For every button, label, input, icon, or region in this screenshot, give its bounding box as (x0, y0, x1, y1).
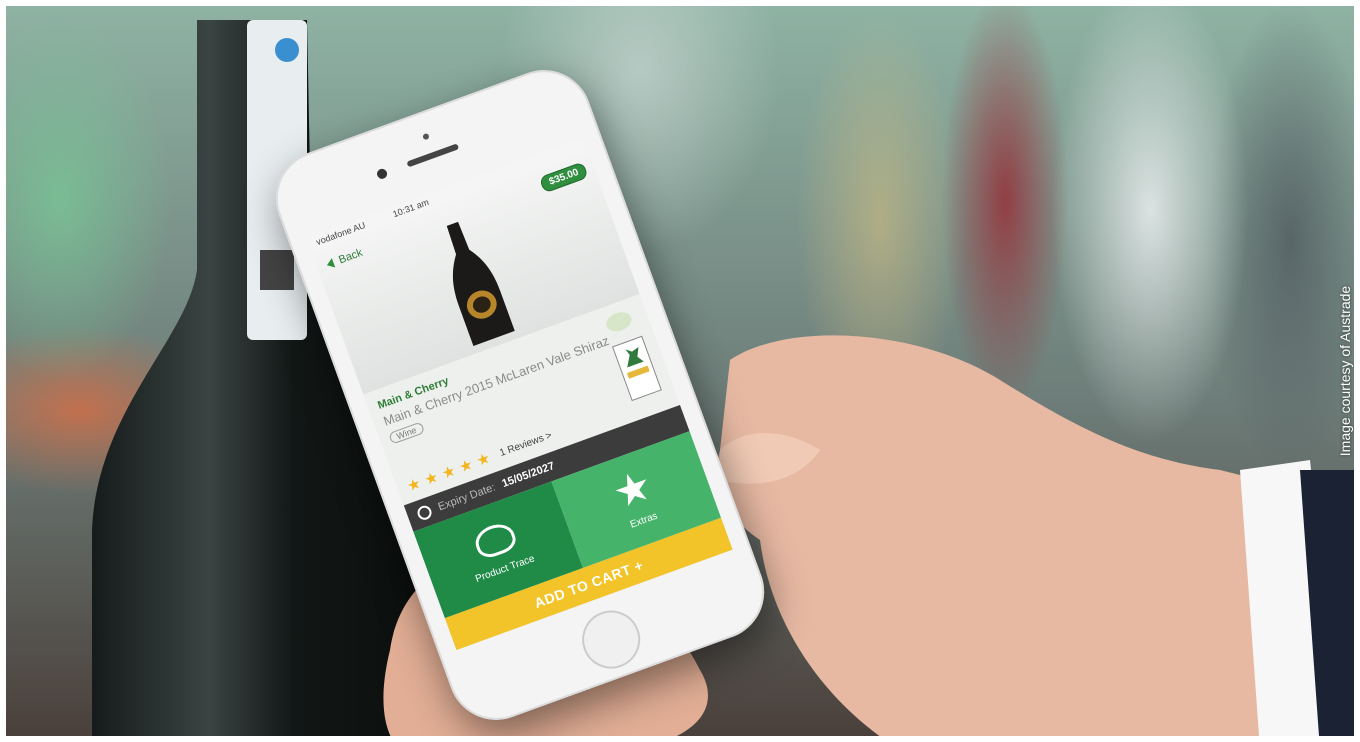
star-icon: ★ (456, 455, 476, 477)
back-label: Back (337, 246, 365, 267)
back-button[interactable]: Back (325, 247, 364, 271)
star-burst-icon (611, 468, 655, 512)
clock-icon (415, 503, 434, 522)
proximity-sensor (422, 132, 430, 141)
australian-made-badge (612, 335, 662, 402)
home-button[interactable] (573, 602, 649, 677)
back-arrow-icon (325, 258, 336, 270)
product-bottle-image (446, 221, 515, 346)
photo-scene: vodafone AU 10:31 am Back $35.00 Main & … (0, 0, 1360, 742)
badge-stripe (626, 365, 650, 379)
extras-label: Extras (628, 510, 659, 531)
image-credit: Image courtesy of Austrade (1330, 0, 1360, 742)
magnifier-icon (470, 519, 519, 561)
earpiece-speaker (406, 143, 460, 168)
star-icon: ★ (439, 462, 459, 483)
star-icon: ★ (422, 468, 441, 490)
product-trace-label: Product Trace (473, 552, 537, 585)
credit-text: Image courtesy of Austrade (1337, 285, 1353, 457)
star-icon: ★ (474, 449, 493, 471)
star-icon: ★ (404, 474, 424, 496)
hand-right (717, 335, 1360, 742)
kangaroo-icon (618, 342, 646, 370)
front-camera (375, 167, 389, 181)
